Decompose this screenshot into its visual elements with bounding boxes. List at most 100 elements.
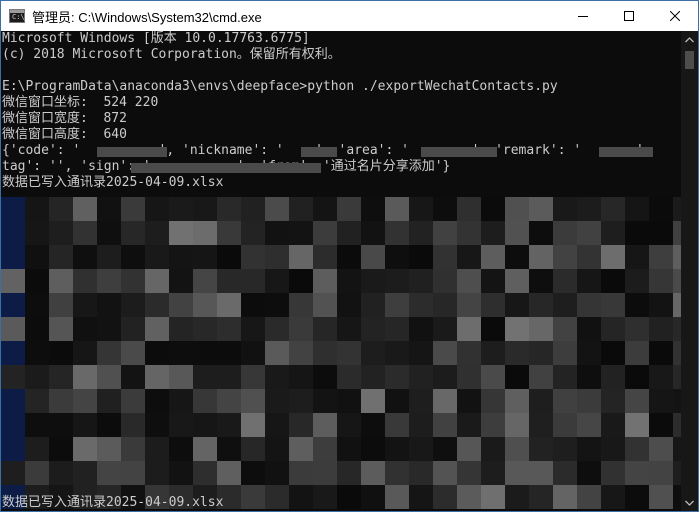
mosaic-cell [169, 461, 193, 485]
mosaic-cell [193, 269, 217, 293]
mosaic-cell [505, 245, 529, 269]
mosaic-cell [409, 317, 433, 341]
console-output[interactable]: Microsoft Windows [版本 10.0.17763.6775] (… [1, 31, 681, 511]
mosaic-cell [385, 221, 409, 245]
mosaic-cell [217, 461, 241, 485]
mosaic-cell [241, 413, 265, 437]
mosaic-cell [49, 389, 73, 413]
mosaic-cell [553, 461, 577, 485]
title-bar[interactable]: C:\ 管理员: C:\Windows\System32\cmd.exe [1, 1, 698, 31]
mosaic-cell [73, 365, 97, 389]
close-button[interactable] [652, 1, 698, 31]
mosaic-cell [73, 341, 97, 365]
mosaic-cell [361, 341, 385, 365]
mosaic-cell [529, 221, 553, 245]
mosaic-cell [289, 197, 313, 221]
mosaic-cell [457, 269, 481, 293]
mosaic-cell [529, 437, 553, 461]
mosaic-cell [625, 245, 649, 269]
mosaic-cell [529, 197, 553, 221]
mosaic-cell [193, 341, 217, 365]
minimize-button[interactable] [560, 1, 606, 31]
mosaic-cell [385, 389, 409, 413]
mosaic-cell [673, 197, 681, 221]
mosaic-cell [145, 389, 169, 413]
mosaic-cell [193, 461, 217, 485]
mosaic-cell [169, 245, 193, 269]
mosaic-cell [1, 461, 25, 485]
mosaic-cell [313, 317, 337, 341]
mosaic-cell [457, 317, 481, 341]
mosaic-cell [409, 221, 433, 245]
mosaic-cell [481, 269, 505, 293]
mosaic-cell [73, 197, 97, 221]
mosaic-cell [337, 317, 361, 341]
mosaic-cell [601, 365, 625, 389]
mosaic-cell [553, 413, 577, 437]
mosaic-cell [625, 317, 649, 341]
mosaic-cell [433, 389, 457, 413]
mosaic-cell [121, 197, 145, 221]
mosaic-cell [1, 269, 25, 293]
mosaic-cell [553, 485, 577, 509]
mosaic-cell [265, 485, 289, 509]
mosaic-cell [385, 461, 409, 485]
mosaic-cell [409, 389, 433, 413]
mosaic-cell [265, 365, 289, 389]
redaction-block [97, 147, 167, 157]
scroll-down-arrow[interactable] [681, 494, 698, 511]
mosaic-cell [649, 461, 673, 485]
vertical-scrollbar[interactable] [681, 31, 698, 511]
mosaic-cell [25, 293, 49, 317]
mosaic-cell [121, 293, 145, 317]
mosaic-cell [457, 413, 481, 437]
mosaic-cell [625, 485, 649, 509]
scroll-thumb[interactable] [685, 51, 694, 69]
mosaic-cell [577, 389, 601, 413]
redaction-block [301, 147, 337, 157]
mosaic-cell [241, 341, 265, 365]
mosaic-cell [265, 269, 289, 293]
mosaic-cell [457, 389, 481, 413]
mosaic-cell [25, 413, 49, 437]
mosaic-cell [505, 461, 529, 485]
mosaic-cell [553, 197, 577, 221]
mosaic-cell [145, 437, 169, 461]
mosaic-cell [625, 221, 649, 245]
mosaic-cell [529, 413, 553, 437]
mosaic-cell [49, 221, 73, 245]
maximize-button[interactable] [606, 1, 652, 31]
chevron-up-icon [685, 36, 694, 42]
mosaic-cell [241, 317, 265, 341]
mosaic-cell [169, 389, 193, 413]
mosaic-cell [481, 293, 505, 317]
mosaic-cell [193, 221, 217, 245]
mosaic-cell [1, 317, 25, 341]
mosaic-cell [673, 413, 681, 437]
mosaic-cell [649, 437, 673, 461]
mosaic-cell [649, 341, 673, 365]
mosaic-cell [433, 341, 457, 365]
mosaic-cell [505, 341, 529, 365]
mosaic-cell [289, 389, 313, 413]
mosaic-cell [625, 389, 649, 413]
scroll-up-arrow[interactable] [681, 31, 698, 48]
mosaic-cell [265, 437, 289, 461]
mosaic-cell [217, 197, 241, 221]
redaction-block [599, 147, 653, 157]
mosaic-cell [505, 389, 529, 413]
mosaic-cell [25, 341, 49, 365]
mosaic-cell [73, 269, 97, 293]
cmd-icon[interactable]: C:\ [9, 9, 25, 23]
mosaic-cell [313, 437, 337, 461]
mosaic-cell [1, 341, 25, 365]
mosaic-cell [577, 365, 601, 389]
mosaic-cell [433, 221, 457, 245]
mosaic-cell [553, 341, 577, 365]
mosaic-cell [481, 317, 505, 341]
mosaic-cell [553, 365, 577, 389]
mosaic-cell [121, 341, 145, 365]
minimize-icon [578, 16, 588, 17]
mosaic-cell [361, 293, 385, 317]
mosaic-cell [217, 437, 241, 461]
